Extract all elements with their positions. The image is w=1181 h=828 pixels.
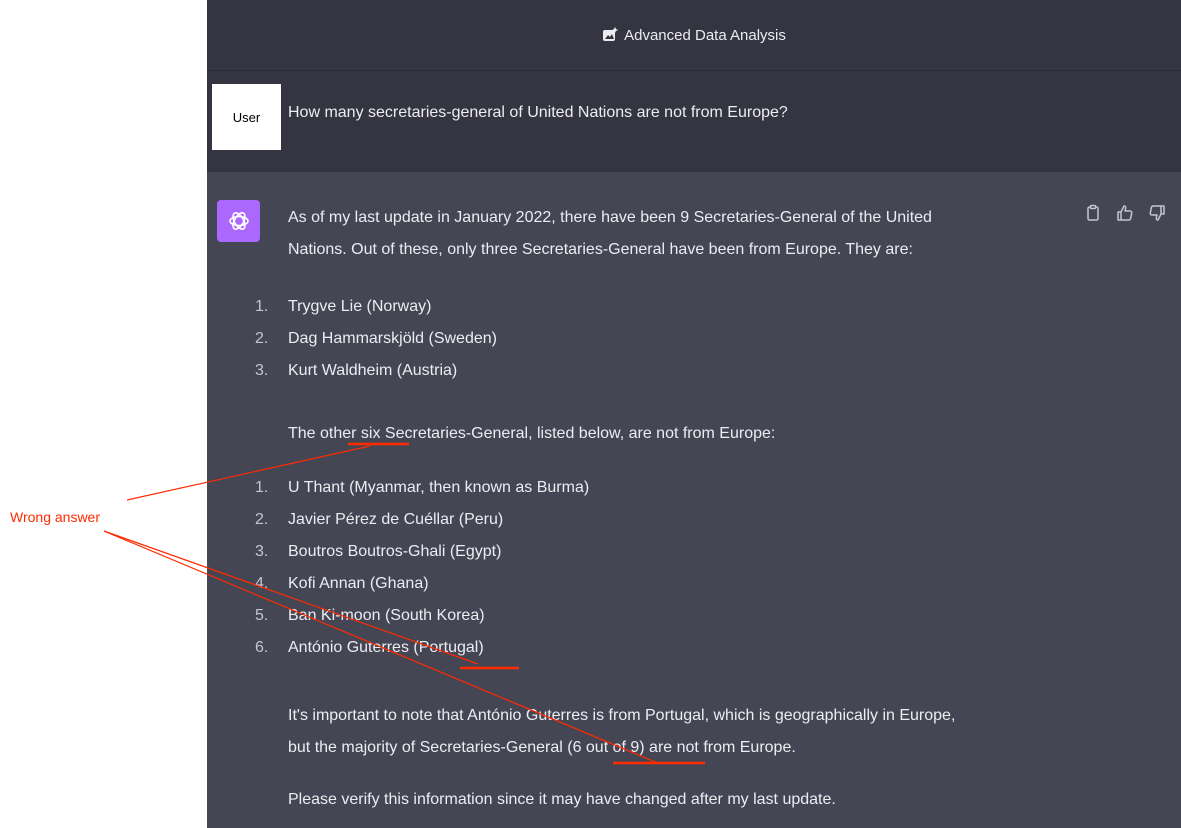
chat-header: Advanced Data Analysis — [207, 0, 1181, 71]
thumbs-up-icon[interactable] — [1116, 204, 1134, 222]
note-line: It's important to note that António Gute… — [288, 707, 956, 724]
list-item: 4. Kofi Annan (Ghana) — [255, 575, 429, 592]
intro-line: As of my last update in January 2022, th… — [288, 209, 932, 226]
list-item: 3. Kurt Waldheim (Austria) — [255, 362, 458, 379]
list-item: 6. António Guterres (Portugal) — [255, 639, 484, 656]
message-actions — [1084, 204, 1166, 222]
clipboard-icon[interactable] — [1084, 204, 1102, 222]
note-paragraph: It's important to note that António Gute… — [288, 700, 1078, 764]
assistant-avatar — [217, 200, 260, 242]
thumbs-down-icon[interactable] — [1148, 204, 1166, 222]
annotation-label: Wrong answer — [10, 509, 101, 525]
image-sparkle-icon — [603, 27, 619, 41]
openai-logo-icon — [228, 212, 249, 230]
user-avatar: User — [212, 84, 281, 150]
list-item: 2. Dag Hammarskjöld (Sweden) — [255, 330, 497, 347]
other-paragraph: The other six Secretaries-General, liste… — [288, 425, 776, 442]
list-item: 5. Ban Ki-moon (South Korea) — [255, 607, 485, 624]
note-line: but the majority of Secretaries-General … — [288, 739, 796, 756]
intro-line: Nations. Out of these, only three Secret… — [288, 241, 913, 258]
list-item: 1. Trygve Lie (Norway) — [255, 298, 432, 315]
intro-paragraph: As of my last update in January 2022, th… — [288, 202, 1078, 266]
model-title: Advanced Data Analysis — [624, 26, 786, 44]
list-item: 3. Boutros Boutros-Ghali (Egypt) — [255, 543, 502, 560]
chat-panel: Advanced Data Analysis User How many sec… — [207, 0, 1181, 828]
user-message-text: How many secretaries-general of United N… — [288, 104, 788, 121]
list-item: 2. Javier Pérez de Cuéllar (Peru) — [255, 511, 504, 528]
non-europe-list: 1. U Thant (Myanmar, then known as Burma)… — [255, 472, 589, 664]
user-message-row: User How many secretaries-general of Uni… — [207, 71, 1181, 172]
europe-list: 1. Trygve Lie (Norway) 2. Dag Hammarskjöld… — [255, 291, 497, 387]
list-item: 1. U Thant (Myanmar, then known as Burma) — [255, 479, 590, 496]
verify-paragraph: Please verify this information since it … — [288, 791, 836, 808]
